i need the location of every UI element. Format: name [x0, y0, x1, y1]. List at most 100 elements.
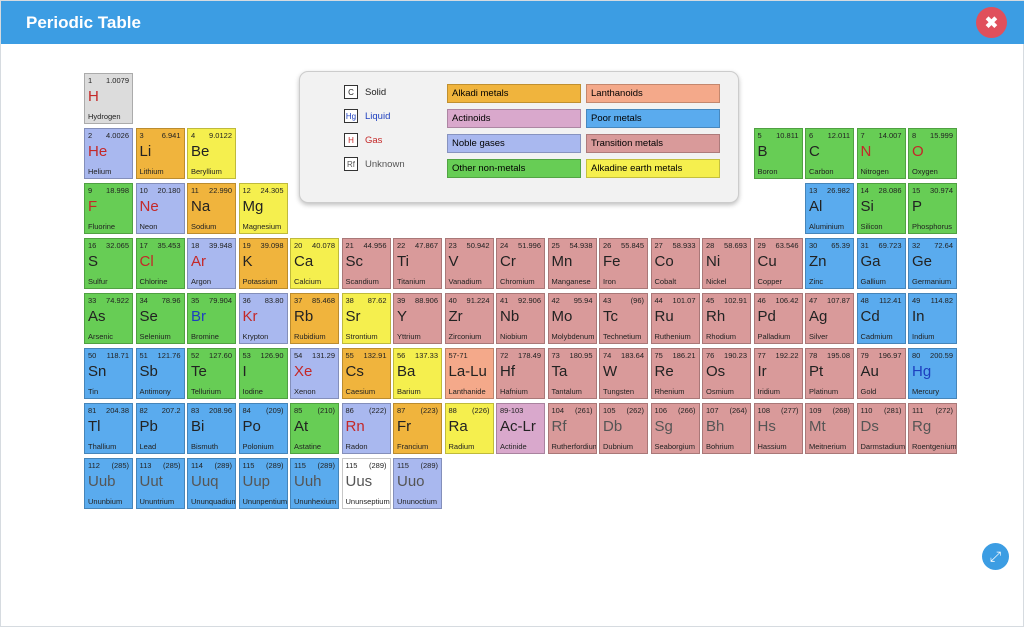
- element-cell-uub[interactable]: 112 (285) Uub Ununbium: [84, 458, 133, 509]
- element-cell-kr[interactable]: 36 83.80 Kr Krypton: [238, 293, 288, 344]
- element-cell-s[interactable]: 16 32.065 S Sulfur: [84, 238, 133, 289]
- element-cell-sn[interactable]: 50 118.71 Sn Tin: [84, 348, 133, 399]
- element-cell-re[interactable]: 75 186.21 Re Rhenium: [650, 348, 700, 399]
- element-cell-ni[interactable]: 28 58.693 Ni Nickel: [702, 238, 751, 289]
- element-cell-li[interactable]: 3 6.941 Li Lithium: [135, 128, 185, 179]
- element-cell-mo[interactable]: 42 95.94 Mo Molybdenum: [547, 293, 597, 344]
- atomic-number: 26: [603, 241, 612, 250]
- element-cell-v[interactable]: 23 50.942 V Vanadium: [444, 238, 494, 289]
- element-cell-ti[interactable]: 22 47.867 Ti Titanium: [393, 238, 442, 289]
- element-cell-la-lu[interactable]: 57-71 La-Lu Lanthanide: [444, 348, 494, 399]
- element-cell-uuo[interactable]: 115 (289) Uuo Ununoctium: [393, 458, 442, 509]
- element-cell-ca[interactable]: 20 40.078 Ca Calcium: [290, 238, 339, 289]
- element-cell-ru[interactable]: 44 101.07 Ru Ruthenium: [650, 293, 700, 344]
- element-cell-tl[interactable]: 81 204.38 Tl Thallium: [84, 403, 133, 454]
- element-cell-he[interactable]: 2 4.0026 He Helium: [84, 128, 133, 179]
- element-cell-rg[interactable]: 111 (272) Rg Roentgenium: [908, 403, 957, 454]
- element-cell-w[interactable]: 74 183.64 W Tungsten: [599, 348, 648, 399]
- element-cell-te[interactable]: 52 127.60 Te Tellurium: [187, 348, 236, 399]
- element-cell-zr[interactable]: 40 91.224 Zr Zirconium: [444, 293, 494, 344]
- element-cell-pd[interactable]: 46 106.42 Pd Palladium: [753, 293, 803, 344]
- element-cell-b[interactable]: 5 10.811 B Boron: [753, 128, 803, 179]
- element-cell-o[interactable]: 8 15.999 O Oxygen: [908, 128, 957, 179]
- element-cell-au[interactable]: 79 196.97 Au Gold: [856, 348, 906, 399]
- element-cell-in[interactable]: 49 114.82 In Indium: [908, 293, 957, 344]
- element-cell-uus[interactable]: 115 (289) Uus Ununseptium: [341, 458, 391, 509]
- element-symbol: Sb: [139, 363, 158, 380]
- element-cell-y[interactable]: 39 88.906 Y Yttrium: [393, 293, 442, 344]
- element-cell-uut[interactable]: 113 (285) Uut Ununtrium: [135, 458, 185, 509]
- element-cell-rn[interactable]: 86 (222) Rn Radon: [341, 403, 391, 454]
- element-cell-xe[interactable]: 54 131.29 Xe Xenon: [290, 348, 339, 399]
- element-cell-uuh[interactable]: 115 (289) Uuh Ununhexium: [290, 458, 339, 509]
- element-cell-cd[interactable]: 48 112.41 Cd Cadmium: [856, 293, 906, 344]
- element-name: Hassium: [757, 442, 787, 451]
- element-cell-ar[interactable]: 18 39.948 Ar Argon: [187, 238, 236, 289]
- element-cell-tc[interactable]: 43 (96) Tc Technetium: [599, 293, 648, 344]
- element-cell-c[interactable]: 6 12.011 C Carbon: [805, 128, 854, 179]
- atomic-mass: 51.996: [518, 241, 541, 250]
- element-cell-mg[interactable]: 12 24.305 Mg Magnesium: [238, 183, 288, 234]
- element-cell-na[interactable]: 11 22.990 Na Sodium: [187, 183, 236, 234]
- element-cell-pt[interactable]: 78 195.08 Pt Platinum: [805, 348, 854, 399]
- element-cell-si[interactable]: 14 28.086 Si Silicon: [856, 183, 906, 234]
- element-cell-nb[interactable]: 41 92.906 Nb Niobium: [496, 293, 545, 344]
- element-cell-at[interactable]: 85 (210) At Astatine: [290, 403, 339, 454]
- element-cell-al[interactable]: 13 26.982 Al Aluminium: [805, 183, 854, 234]
- element-cell-ne[interactable]: 10 20.180 Ne Neon: [135, 183, 185, 234]
- element-cell-n[interactable]: 7 14.007 N Nitrogen: [856, 128, 906, 179]
- element-cell-uuq[interactable]: 114 (289) Uuq Ununquadium: [187, 458, 236, 509]
- element-cell-cl[interactable]: 17 35.453 Cl Chlorine: [135, 238, 185, 289]
- element-cell-rb[interactable]: 37 85.468 Rb Rubidium: [290, 293, 339, 344]
- element-cell-i[interactable]: 53 126.90 I Iodine: [238, 348, 288, 399]
- element-cell-mt[interactable]: 109 (268) Mt Meitnerium: [805, 403, 854, 454]
- element-cell-pb[interactable]: 82 207.2 Pb Lead: [135, 403, 185, 454]
- element-cell-fr[interactable]: 87 (223) Fr Francium: [393, 403, 442, 454]
- atomic-mass: 1.0079: [106, 76, 129, 85]
- expand-button[interactable]: ⤢: [982, 543, 1009, 570]
- element-cell-ga[interactable]: 31 69.723 Ga Gallium: [856, 238, 906, 289]
- element-cell-cr[interactable]: 24 51.996 Cr Chromium: [496, 238, 545, 289]
- element-cell-sg[interactable]: 106 (266) Sg Seaborgium: [650, 403, 700, 454]
- element-cell-ta[interactable]: 73 180.95 Ta Tantalum: [547, 348, 597, 399]
- element-cell-ir[interactable]: 77 192.22 Ir Iridium: [753, 348, 803, 399]
- legend-category-actinoid: Actinoids: [447, 109, 581, 128]
- element-cell-f[interactable]: 9 18.998 F Fluorine: [84, 183, 133, 234]
- element-cell-rh[interactable]: 45 102.91 Rh Rhodium: [702, 293, 751, 344]
- element-cell-sb[interactable]: 51 121.76 Sb Antimony: [135, 348, 185, 399]
- element-cell-os[interactable]: 76 190.23 Os Osmium: [702, 348, 751, 399]
- element-cell-ds[interactable]: 110 (281) Ds Darmstadium: [856, 403, 906, 454]
- element-cell-rf[interactable]: 104 (261) Rf Rutherfordium: [547, 403, 597, 454]
- element-cell-ac-lr[interactable]: 89-103 Ac-Lr Actinide: [496, 403, 545, 454]
- element-cell-hs[interactable]: 108 (277) Hs Hassium: [753, 403, 803, 454]
- atomic-number: 19: [242, 241, 251, 250]
- atomic-mass: (223): [420, 406, 438, 415]
- element-cell-mn[interactable]: 25 54.938 Mn Manganese: [547, 238, 597, 289]
- element-cell-db[interactable]: 105 (262) Db Dubnium: [599, 403, 648, 454]
- element-cell-se[interactable]: 34 78.96 Se Selenium: [135, 293, 185, 344]
- element-cell-br[interactable]: 35 79.904 Br Bromine: [187, 293, 236, 344]
- element-cell-bi[interactable]: 83 208.96 Bi Bismuth: [187, 403, 236, 454]
- element-cell-ge[interactable]: 32 72.64 Ge Germanium: [908, 238, 957, 289]
- element-cell-cu[interactable]: 29 63.546 Cu Copper: [753, 238, 803, 289]
- element-cell-be[interactable]: 4 9.0122 Be Beryllium: [187, 128, 236, 179]
- element-cell-as[interactable]: 33 74.922 As Arsenic: [84, 293, 133, 344]
- element-cell-bh[interactable]: 107 (264) Bh Bohrium: [702, 403, 751, 454]
- element-cell-h[interactable]: 1 1.0079 H Hydrogen: [84, 73, 133, 124]
- element-cell-hg[interactable]: 80 200.59 Hg Mercury: [908, 348, 957, 399]
- element-cell-zn[interactable]: 30 65.39 Zn Zinc: [805, 238, 854, 289]
- element-cell-sr[interactable]: 38 87.62 Sr Strontium: [341, 293, 391, 344]
- element-cell-ag[interactable]: 47 107.87 Ag Silver: [805, 293, 854, 344]
- element-cell-co[interactable]: 27 58.933 Co Cobalt: [650, 238, 700, 289]
- element-cell-po[interactable]: 84 (209) Po Polonium: [238, 403, 288, 454]
- element-cell-fe[interactable]: 26 55.845 Fe Iron: [599, 238, 648, 289]
- element-cell-ra[interactable]: 88 (226) Ra Radium: [444, 403, 494, 454]
- element-cell-p[interactable]: 15 30.974 P Phosphorus: [908, 183, 957, 234]
- element-cell-cs[interactable]: 55 132.91 Cs Caesium: [341, 348, 391, 399]
- element-cell-ba[interactable]: 56 137.33 Ba Barium: [393, 348, 442, 399]
- element-cell-hf[interactable]: 72 178.49 Hf Hafnium: [496, 348, 545, 399]
- element-cell-uup[interactable]: 115 (289) Uup Ununpentium: [238, 458, 288, 509]
- element-cell-k[interactable]: 19 39.098 K Potassium: [238, 238, 288, 289]
- element-name: Magnesium: [242, 222, 282, 231]
- element-cell-sc[interactable]: 21 44.956 Sc Scandium: [341, 238, 391, 289]
